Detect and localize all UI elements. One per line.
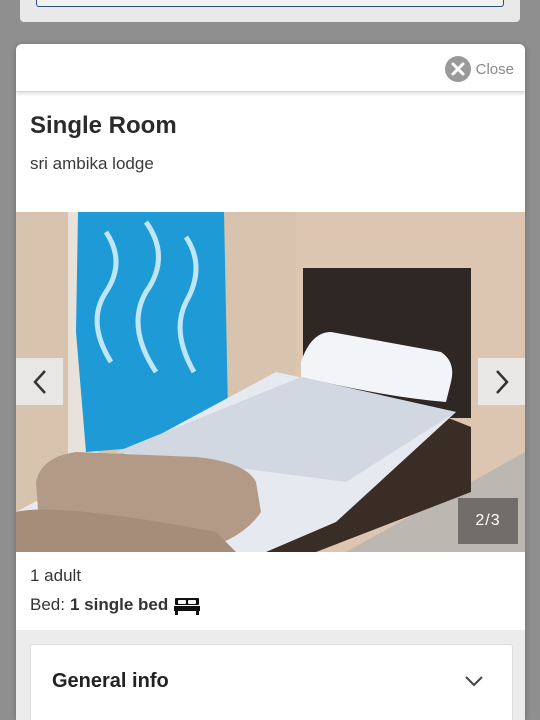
lodge-name: sri ambika lodge xyxy=(30,154,154,173)
close-label: Close xyxy=(475,60,514,78)
general-info-section[interactable]: General info xyxy=(30,644,513,720)
bed-icon xyxy=(173,595,201,615)
photo-gallery[interactable]: 2/3 xyxy=(16,212,525,552)
details-area: General info xyxy=(16,630,525,720)
general-info-title: General info xyxy=(52,670,169,692)
room-heading: Single Room sri ambika lodge xyxy=(16,92,525,212)
previous-photo-button[interactable] xyxy=(16,358,63,405)
chevron-right-icon xyxy=(495,369,509,394)
room-title: Single Room xyxy=(30,112,177,139)
background-card xyxy=(20,0,520,22)
bed-label: Bed: xyxy=(30,595,65,614)
bed-info: Bed: 1 single bed xyxy=(16,595,525,615)
room-photo xyxy=(16,212,525,552)
bed-value: 1 single bed xyxy=(69,595,169,614)
close-button[interactable]: Close xyxy=(444,55,514,83)
occupancy: 1 adult xyxy=(30,566,82,585)
close-icon xyxy=(444,56,471,82)
chevron-left-icon xyxy=(32,369,46,394)
modal-header: Close xyxy=(16,44,525,92)
photo-counter: 2/3 xyxy=(458,498,518,544)
background-input xyxy=(36,0,504,7)
chevron-down-icon[interactable] xyxy=(464,675,484,687)
next-photo-button[interactable] xyxy=(478,358,525,405)
room-modal: Close Single Room sri ambika lodge 2/3 1… xyxy=(16,44,525,720)
